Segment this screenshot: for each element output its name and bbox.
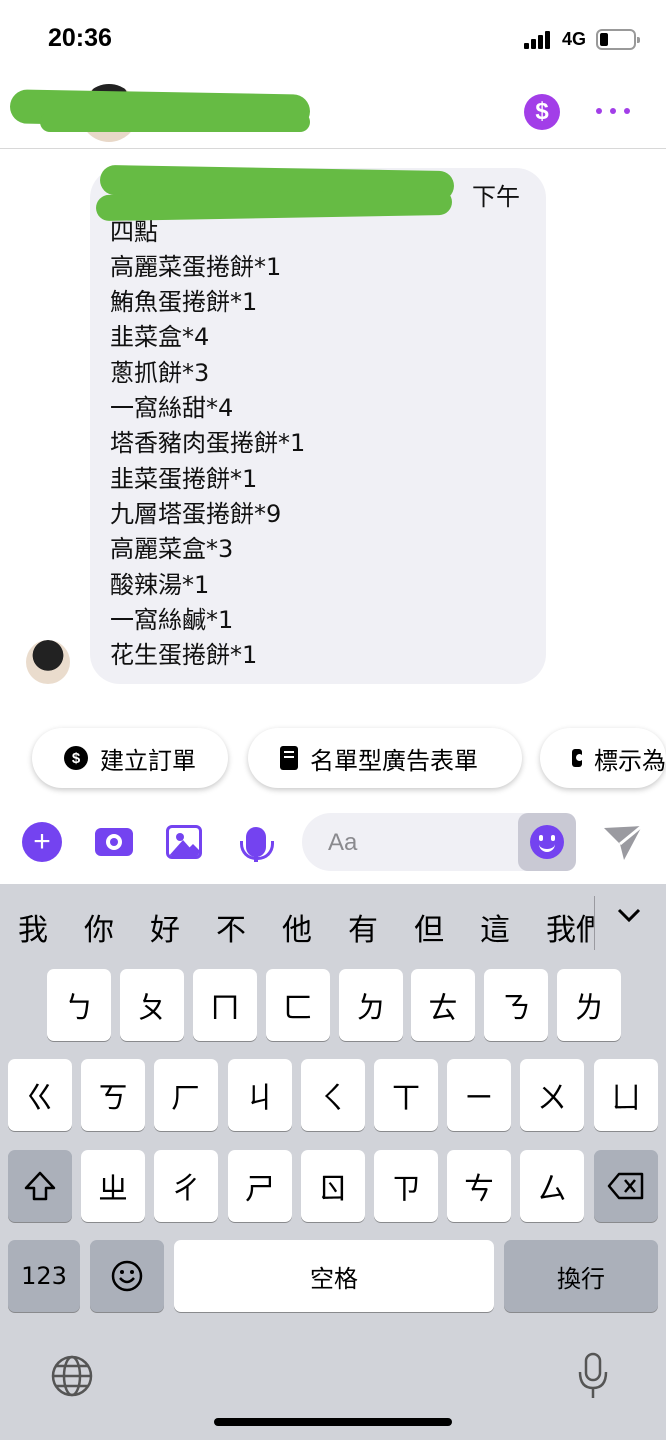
- key[interactable]: ㄐ: [228, 1059, 292, 1131]
- emoji-button[interactable]: [518, 813, 576, 871]
- more-options-button[interactable]: [596, 96, 630, 126]
- key[interactable]: ㄙ: [520, 1150, 584, 1222]
- key[interactable]: ㄆ: [120, 969, 184, 1041]
- microphone-button[interactable]: [236, 822, 276, 862]
- numbers-key[interactable]: 123: [8, 1240, 80, 1312]
- key[interactable]: ㄖ: [301, 1150, 365, 1222]
- chip-label: 建立訂單: [100, 746, 196, 775]
- key[interactable]: ㄘ: [447, 1150, 511, 1222]
- add-button[interactable]: +: [22, 822, 62, 862]
- status-time: 20:36: [48, 24, 112, 52]
- key[interactable]: ㄔ: [154, 1150, 218, 1222]
- delete-key[interactable]: [594, 1150, 658, 1222]
- quick-reply-lead-form[interactable]: 名單型廣告表單: [248, 728, 522, 788]
- key[interactable]: ㄊ: [411, 969, 475, 1041]
- chevron-down-icon[interactable]: [616, 906, 642, 926]
- message-line: 蔥抓餅*3: [110, 359, 210, 387]
- message-line: 高麗菜盒*3: [110, 535, 234, 563]
- chip-label: 標示為: [594, 746, 666, 775]
- candidate-word[interactable]: 不: [216, 905, 246, 949]
- key[interactable]: ㄋ: [484, 969, 548, 1041]
- cellular-signal-icon: [524, 31, 556, 49]
- candidate-divider: [594, 896, 595, 950]
- message-line: 高麗菜蛋捲餅*1: [110, 253, 282, 281]
- message-line: 酸辣湯*1: [110, 571, 210, 599]
- message-bubble[interactable]: 下午 四點 高麗菜蛋捲餅*1 鮪魚蛋捲餅*1 韭菜盒*4 蔥抓餅*3 一窩絲甜*…: [90, 168, 546, 684]
- battery-icon: [596, 29, 640, 50]
- shift-icon: [24, 1171, 56, 1201]
- chip-label: 名單型廣告表單: [310, 746, 478, 775]
- message-line: 下午: [472, 183, 520, 211]
- send-icon[interactable]: [602, 824, 644, 862]
- key[interactable]: ㄎ: [81, 1059, 145, 1131]
- key[interactable]: ㄓ: [81, 1150, 145, 1222]
- candidate-word[interactable]: 他: [282, 905, 312, 949]
- message-input-placeholder: Aa: [328, 829, 358, 856]
- candidate-word[interactable]: 我們: [546, 905, 594, 949]
- sender-avatar[interactable]: [26, 640, 70, 684]
- backspace-icon: [607, 1172, 644, 1200]
- gallery-button[interactable]: [164, 822, 204, 862]
- key[interactable]: ㄉ: [339, 969, 403, 1041]
- key[interactable]: ㄩ: [594, 1059, 658, 1131]
- key[interactable]: ㄕ: [228, 1150, 292, 1222]
- key[interactable]: ㄍ: [8, 1059, 72, 1131]
- space-key[interactable]: 空格: [174, 1240, 494, 1312]
- header-divider: [0, 148, 666, 149]
- candidate-word[interactable]: 這: [480, 905, 510, 949]
- message-line: 韭菜盒*4: [110, 323, 210, 351]
- message-input[interactable]: Aa: [302, 813, 576, 871]
- message-line: 鮪魚蛋捲餅*1: [110, 288, 258, 316]
- emoji-key[interactable]: [90, 1240, 164, 1312]
- key[interactable]: ㄒ: [374, 1059, 438, 1131]
- smiley-icon: [530, 825, 564, 859]
- key[interactable]: ㄗ: [374, 1150, 438, 1222]
- message-line: 九層塔蛋捲餅*9: [110, 500, 282, 528]
- dollar-icon: $: [535, 98, 549, 125]
- message-line: 一窩絲甜*4: [110, 394, 234, 422]
- candidate-word[interactable]: 好: [150, 905, 180, 949]
- quick-reply-create-order[interactable]: $ 建立訂單: [32, 728, 228, 788]
- key[interactable]: ㄇ: [193, 969, 257, 1041]
- candidate-word[interactable]: 你: [84, 905, 114, 949]
- candidate-word[interactable]: 我: [18, 905, 48, 949]
- image-icon: [166, 825, 202, 859]
- message-line: 韭菜蛋捲餅*1: [110, 465, 258, 493]
- message-line: 四點: [110, 218, 158, 246]
- candidate-word[interactable]: 但: [414, 905, 444, 949]
- redacted-contact-name-stroke: [40, 112, 310, 132]
- quick-reply-label[interactable]: 標示為: [540, 728, 666, 788]
- message-line: 花生蛋捲餅*1: [110, 641, 258, 669]
- id-card-icon: [572, 749, 583, 767]
- payment-button[interactable]: $: [524, 94, 560, 130]
- candidate-word[interactable]: 有: [348, 905, 378, 949]
- return-key[interactable]: 換行: [504, 1240, 658, 1312]
- document-icon: [280, 746, 298, 770]
- message-line: 一窩絲鹹*1: [110, 606, 234, 634]
- message-line: 塔香豬肉蛋捲餅*1: [110, 429, 306, 457]
- microphone-icon: [240, 827, 274, 860]
- plus-icon: +: [33, 825, 51, 858]
- home-indicator: [214, 1418, 452, 1426]
- shift-key[interactable]: [8, 1150, 72, 1222]
- camera-button[interactable]: [94, 822, 134, 862]
- key[interactable]: ㄈ: [266, 969, 330, 1041]
- globe-icon[interactable]: [50, 1354, 94, 1398]
- key[interactable]: ㄅ: [47, 969, 111, 1041]
- key[interactable]: ㄌ: [557, 969, 621, 1041]
- dictation-microphone-icon[interactable]: [576, 1352, 610, 1400]
- network-type: 4G: [562, 29, 587, 49]
- key[interactable]: ㄨ: [520, 1059, 584, 1131]
- key[interactable]: ㄧ: [447, 1059, 511, 1131]
- key[interactable]: ㄑ: [301, 1059, 365, 1131]
- emoji-icon: [111, 1260, 143, 1292]
- camera-icon: [95, 828, 133, 856]
- dollar-icon: $: [64, 746, 88, 770]
- key[interactable]: ㄏ: [154, 1059, 218, 1131]
